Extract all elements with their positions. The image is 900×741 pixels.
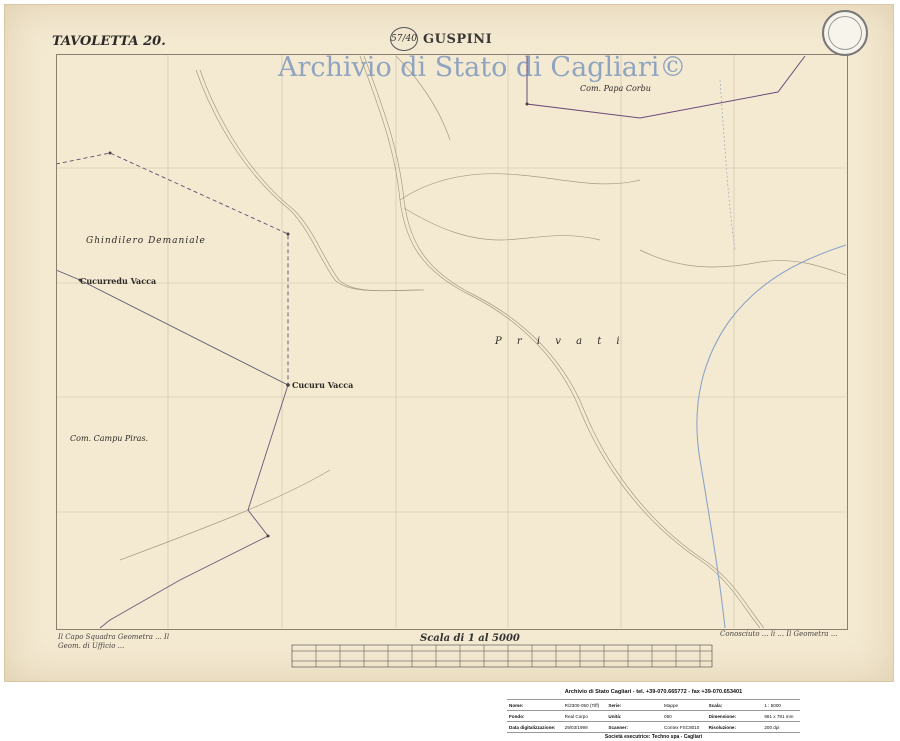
signature-left: Il Capo Squadra Geometra ... Il Geom. di… (58, 633, 170, 650)
info-value: 1 : 5000 (762, 699, 800, 711)
info-value: R/2300-050 (Tiff) (562, 699, 607, 711)
folio-number: 57/40 (390, 27, 418, 51)
info-key: Dimensione: (706, 710, 763, 722)
map-frame (56, 54, 848, 630)
info-key: Nome: (507, 699, 563, 711)
table-row: Data digitalizzazione: 29/03/1999 Scanne… (507, 721, 800, 732)
archive-info-header: Archivio di Stato Cagliari - tel. +39-07… (564, 689, 743, 695)
label-com-campu-piras: Com. Campu Piras. (70, 434, 149, 443)
table-row: Nome: R/2300-050 (Tiff) Serie: Mappe Sca… (507, 699, 800, 711)
info-value: Contex FSC8010 (662, 721, 707, 732)
info-value: 29/03/1999 (562, 721, 607, 732)
scale-bar (291, 644, 713, 668)
label-cucuru-vacca: Cucuru Vacca (292, 380, 354, 390)
info-value: 981 x 781 mm (762, 710, 800, 722)
label-privati: P r i v a t i (495, 336, 626, 347)
archive-info-box: Archivio di Stato Cagliari - tel. +39-07… (507, 687, 800, 740)
info-key: Unità: (606, 710, 663, 722)
info-value: 050 (662, 710, 707, 722)
table-row: Fondo: Real Corpo Unità: 050 Dimensione:… (507, 710, 800, 722)
label-cucurredu-vacca: Cucurredu Vacca (80, 276, 157, 286)
info-key: Serie: (606, 699, 663, 711)
info-value: Real Corpo (562, 710, 607, 722)
info-key: Risoluzione: (706, 721, 763, 732)
archive-watermark: Archivio di Stato di Cagliari© (278, 52, 687, 83)
info-key: Scala: (706, 699, 763, 711)
info-value: Mappe (662, 699, 707, 711)
info-key: Scanner: (606, 721, 663, 732)
info-key: Data digitalizzazione: (507, 721, 563, 732)
label-com-papa-corbu: Com. Papa Corbu (580, 84, 651, 93)
label-ghindilero: Ghindilero Demaniale (86, 236, 206, 246)
archive-seal (822, 10, 868, 56)
tavoletta-title: TAVOLETTA 20. (52, 34, 166, 49)
archive-info-table: Nome: R/2300-050 (Tiff) Serie: Mappe Sca… (507, 699, 800, 732)
info-value: 200 dpi (762, 721, 800, 732)
signature-right: Conosciuto ... li ... Il Geometra ... (720, 630, 838, 638)
archive-info-footer: Società esecutrice: Techno spa - Cagliar… (507, 732, 800, 740)
info-key: Fondo: (507, 710, 563, 722)
scale-title: Scala di 1 al 5000 (420, 633, 520, 644)
place-title: GUSPINI (423, 32, 493, 47)
